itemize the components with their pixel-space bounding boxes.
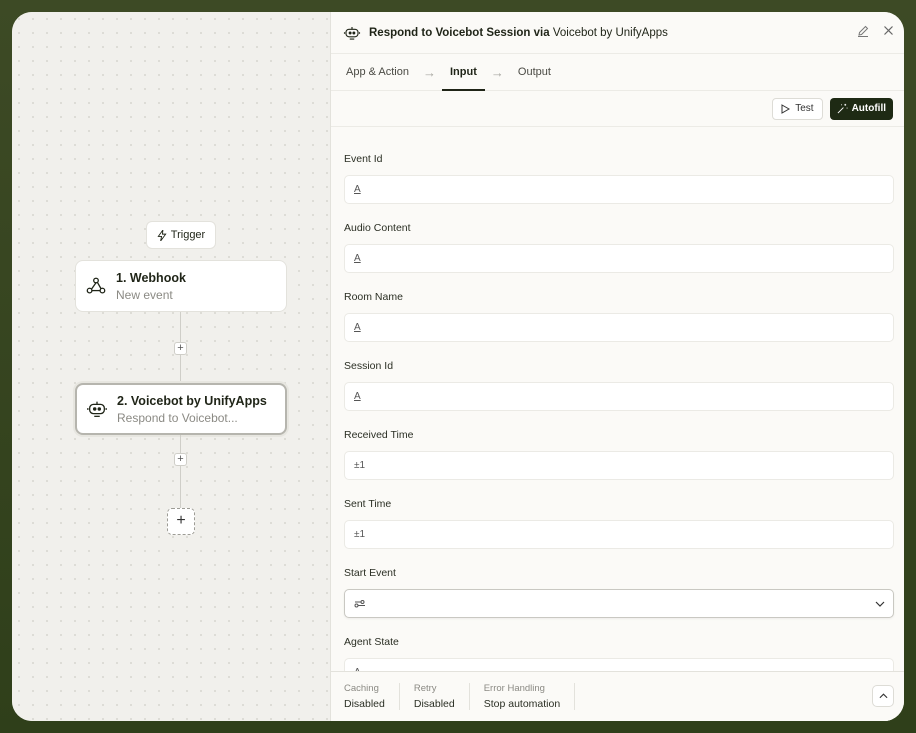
step-config-panel: Respond to Voicebot Session via Voicebot…: [330, 12, 904, 721]
caching-value: Disabled: [344, 698, 385, 710]
panel-title: Respond to Voicebot Session via Voicebot…: [369, 27, 668, 39]
error-handling-value: Stop automation: [483, 698, 561, 710]
field-audio-content: Audio Content A: [344, 222, 894, 273]
field-room-name: Room Name A: [344, 291, 894, 342]
audio-content-input[interactable]: A: [344, 244, 894, 273]
select-type-icon: [354, 599, 365, 607]
received-time-input[interactable]: ±1: [344, 451, 894, 480]
text-type-icon: A: [354, 184, 361, 195]
field-session-id: Session Id A: [344, 360, 894, 411]
caching-setting[interactable]: Caching Disabled: [344, 683, 400, 710]
field-label: Sent Time: [344, 498, 392, 510]
field-label: Event Id: [344, 153, 383, 165]
play-icon: [781, 103, 791, 114]
insert-step-button[interactable]: +: [174, 342, 187, 355]
workflow-node-voicebot[interactable]: 2. Voicebot by UnifyApps Respond to Voic…: [75, 383, 287, 435]
connector-line: [180, 435, 181, 509]
text-type-icon: A: [354, 253, 361, 264]
session-id-input[interactable]: A: [344, 382, 894, 411]
field-label: Received Time: [344, 429, 414, 441]
node-title: 1. Webhook: [116, 270, 186, 285]
chevron-down-icon: [875, 601, 885, 607]
app-window: Trigger 1. Webhook New event + 2. Voiceb…: [12, 12, 904, 721]
arrow-right-icon: →: [490, 64, 504, 80]
input-form: Event Id A Audio Content A Room Name A S…: [331, 128, 904, 672]
field-received-time: Received Time ±1: [344, 429, 894, 480]
retry-value: Disabled: [413, 698, 455, 710]
node-title: 2. Voicebot by UnifyApps: [117, 393, 267, 408]
trigger-label: Trigger: [170, 229, 206, 241]
error-handling-label: Error Handling: [483, 683, 545, 694]
panel-title-app: Voicebot by UnifyApps: [552, 26, 668, 39]
text-type-icon: A: [354, 322, 361, 333]
room-name-input[interactable]: A: [344, 313, 894, 342]
error-handling-setting[interactable]: Error Handling Stop automation: [483, 683, 576, 710]
insert-step-button[interactable]: +: [174, 453, 187, 466]
chevron-up-icon: [879, 693, 887, 699]
panel-toolbar: Test Autofill: [331, 91, 904, 127]
magic-wand-icon: [837, 103, 848, 114]
panel-footer: Caching Disabled Retry Disabled Error Ha…: [331, 671, 904, 721]
add-step-button[interactable]: +: [167, 508, 195, 535]
test-label: Test: [795, 103, 814, 114]
step-tabs: App & Action → Input → Output: [331, 54, 904, 91]
field-event-id: Event Id A: [344, 153, 894, 204]
number-type-icon: ±1: [354, 529, 366, 540]
panel-header: Respond to Voicebot Session via Voicebot…: [331, 12, 904, 54]
panel-title-prefix: Respond to Voicebot Session via: [369, 26, 553, 39]
tab-input[interactable]: Input: [442, 54, 485, 91]
trigger-pill[interactable]: Trigger: [146, 221, 216, 249]
autofill-label: Autofill: [851, 103, 886, 114]
field-label: Session Id: [344, 360, 394, 372]
field-label: Audio Content: [344, 222, 411, 234]
close-icon[interactable]: [883, 25, 894, 36]
pencil-icon[interactable]: [857, 25, 869, 37]
event-id-input[interactable]: A: [344, 175, 894, 204]
field-agent-state: Agent State A: [344, 636, 894, 672]
number-type-icon: ±1: [354, 460, 366, 471]
retry-label: Retry: [413, 683, 437, 694]
expand-footer-button[interactable]: [872, 685, 894, 707]
field-label: Agent State: [344, 636, 399, 648]
workflow-node-webhook[interactable]: 1. Webhook New event: [75, 260, 287, 312]
lightning-icon: [157, 229, 167, 241]
field-start-event: Start Event: [344, 567, 894, 618]
test-button[interactable]: Test: [772, 97, 823, 120]
field-label: Room Name: [344, 291, 403, 303]
tab-app-action[interactable]: App & Action: [346, 54, 409, 91]
workflow-canvas[interactable]: Trigger 1. Webhook New event + 2. Voiceb…: [12, 12, 330, 721]
agent-state-input[interactable]: A: [344, 658, 894, 672]
voicebot-icon: [85, 397, 109, 421]
sent-time-input[interactable]: ±1: [344, 520, 894, 549]
field-label: Start Event: [344, 567, 396, 579]
arrow-right-icon: →: [423, 64, 436, 80]
webhook-icon: [84, 274, 108, 298]
field-sent-time: Sent Time ±1: [344, 498, 894, 549]
start-event-select[interactable]: [344, 589, 894, 618]
node-subtitle: New event: [116, 287, 173, 302]
node-subtitle: Respond to Voicebot...: [117, 410, 238, 425]
text-type-icon: A: [354, 391, 361, 402]
autofill-button[interactable]: Autofill: [829, 97, 893, 120]
voicebot-icon: [343, 24, 361, 42]
retry-setting[interactable]: Retry Disabled: [414, 683, 470, 710]
tab-output[interactable]: Output: [518, 54, 551, 91]
caching-label: Caching: [344, 683, 379, 694]
